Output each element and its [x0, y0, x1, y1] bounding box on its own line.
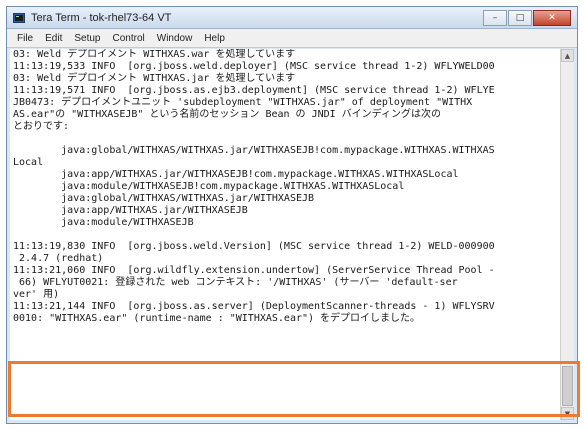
- terminal-output[interactable]: 03: Weld デプロイメント WITHXAS.war を処理しています 11…: [10, 49, 561, 420]
- terminal-line: java:module/WITHXASEJB: [13, 217, 194, 228]
- terminal-line: ver' 用): [13, 289, 60, 300]
- menu-edit[interactable]: Edit: [39, 33, 68, 44]
- terminal-line: 0010: "WITHXAS.ear" (runtime-name : "WIT…: [13, 313, 421, 324]
- scroll-up-icon[interactable]: ▲: [561, 49, 574, 62]
- menu-window[interactable]: Window: [151, 33, 199, 44]
- window-title: Tera Term - tok-rhel73-64 VT: [31, 11, 172, 24]
- terminal-line: 03: Weld デプロイメント WITHXAS.jar を処理しています: [13, 73, 296, 84]
- terminal-line: とおりです:: [13, 121, 70, 132]
- terminal-line: Local: [13, 157, 44, 168]
- terminal-line: 11:13:19,830 INFO [org.jboss.weld.Versio…: [13, 241, 495, 252]
- tera-term-icon: [13, 12, 25, 24]
- terminal-line: java:app/WITHXAS.jar/WITHXASEJB: [13, 205, 248, 216]
- title-bar[interactable]: Tera Term - tok-rhel73-64 VT – □ ✕: [7, 7, 577, 29]
- minimize-button[interactable]: –: [483, 9, 507, 26]
- terminal-line: AS.ear"の "WITHXASEJB" という名前のセッション Bean の…: [13, 109, 441, 120]
- terminal-line: 11:13:21,144 INFO [org.jboss.as.server] …: [13, 301, 495, 312]
- vertical-scrollbar[interactable]: ▲ ▼: [560, 49, 574, 420]
- menu-bar: File Edit Setup Control Window Help: [7, 29, 577, 48]
- maximize-button[interactable]: □: [508, 9, 532, 26]
- menu-control[interactable]: Control: [107, 33, 151, 44]
- terminal-line: 66) WFLYUT0021: 登録された web コンテキスト: '/WITH…: [13, 277, 458, 288]
- scroll-down-icon[interactable]: ▼: [561, 407, 574, 420]
- menu-help[interactable]: Help: [198, 33, 231, 44]
- menu-setup[interactable]: Setup: [68, 33, 106, 44]
- terminal-line: 11:13:21,060 INFO [org.wildfly.extension…: [13, 265, 495, 276]
- terminal-line: java:global/WITHXAS/WITHXAS.jar/WITHXASE…: [13, 193, 315, 204]
- scroll-thumb[interactable]: [562, 366, 573, 406]
- close-button[interactable]: ✕: [533, 9, 571, 26]
- terminal-window: Tera Term - tok-rhel73-64 VT – □ ✕ File …: [6, 6, 580, 424]
- terminal-line: java:app/WITHXAS.jar/WITHXASEJB!com.mypa…: [13, 169, 459, 180]
- terminal-line: 2.4.7 (redhat): [13, 253, 104, 264]
- terminal-line: java:module/WITHXASEJB!com.mypackage.WIT…: [13, 181, 405, 192]
- terminal-line: java:global/WITHXAS/WITHXAS.jar/WITHXASE…: [13, 145, 495, 156]
- terminal-line: JB0473: デプロイメントユニット 'subdeployment "WITH…: [13, 97, 473, 108]
- terminal-line: 11:13:19,533 INFO [org.jboss.weld.deploy…: [13, 61, 495, 72]
- terminal-line: 11:13:19,571 INFO [org.jboss.as.ejb3.dep…: [13, 85, 495, 96]
- menu-file[interactable]: File: [11, 33, 39, 44]
- terminal-line: 03: Weld デプロイメント WITHXAS.war を処理しています: [13, 49, 296, 60]
